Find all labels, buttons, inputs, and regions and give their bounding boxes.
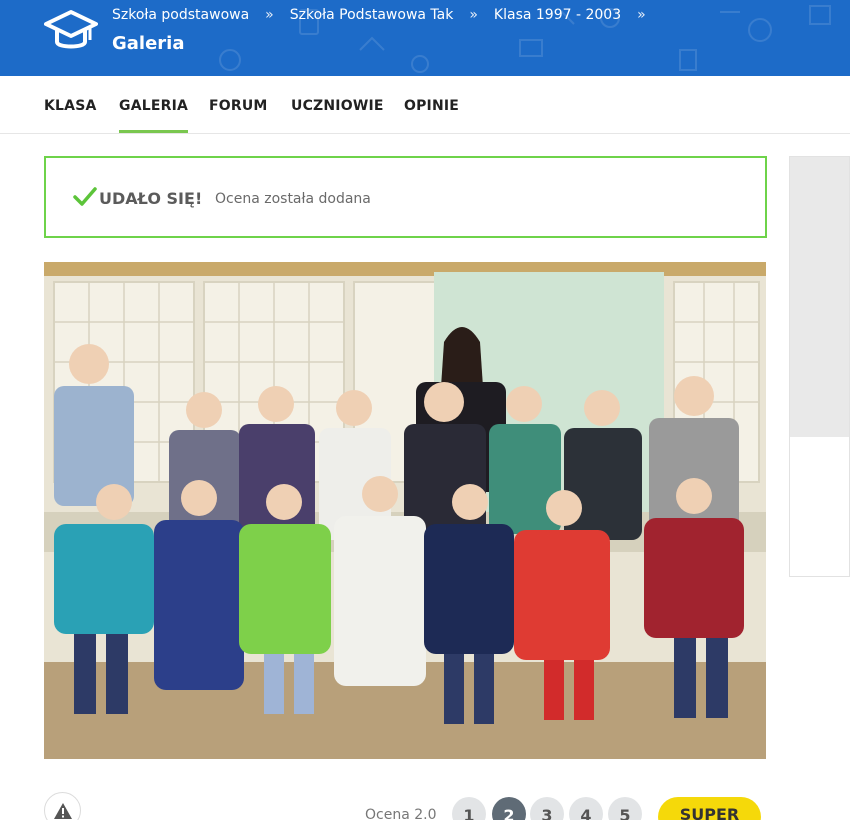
- breadcrumb-separator: »: [637, 7, 646, 23]
- alert-message: Ocena została dodana: [215, 191, 371, 207]
- rate-button-2[interactable]: 2: [492, 797, 526, 820]
- report-button[interactable]: [44, 792, 81, 820]
- tab-klasa[interactable]: KLASA: [44, 98, 97, 114]
- tab-opinie[interactable]: OPINIE: [404, 98, 459, 114]
- alert-title: UDAŁO SIĘ!: [99, 189, 203, 208]
- tab-galeria[interactable]: GALERIA: [119, 98, 189, 133]
- checkmark-icon: [73, 187, 97, 206]
- breadcrumb-item-school-type[interactable]: Szkoła podstawowa: [112, 7, 249, 23]
- breadcrumb-item-class[interactable]: Klasa 1997 - 2003: [494, 7, 621, 23]
- breadcrumb-separator: »: [469, 7, 478, 23]
- graduation-cap-icon[interactable]: [44, 8, 98, 56]
- breadcrumb-separator: »: [265, 7, 274, 23]
- page-title: Galeria: [112, 33, 185, 54]
- nav-tabs: KLASA GALERIA FORUM UCZNIOWIE OPINIE: [0, 76, 850, 134]
- breadcrumb-item-school[interactable]: Szkoła Podstawowa Tak: [290, 7, 454, 23]
- success-alert: UDAŁO SIĘ! Ocena została dodana: [44, 156, 767, 238]
- super-button[interactable]: SUPER: [658, 797, 761, 820]
- warning-icon: [54, 803, 72, 819]
- side-panel: [789, 156, 850, 577]
- rate-button-1[interactable]: 1: [452, 797, 486, 820]
- side-ad-placeholder: [790, 157, 849, 437]
- tab-uczniowie[interactable]: UCZNIOWIE: [291, 98, 384, 114]
- tab-forum[interactable]: FORUM: [209, 98, 268, 114]
- rate-button-3[interactable]: 3: [530, 797, 564, 820]
- rate-button-5[interactable]: 5: [608, 797, 642, 820]
- rate-button-4[interactable]: 4: [569, 797, 603, 820]
- class-photo-image: [44, 262, 766, 759]
- class-photo[interactable]: [44, 262, 766, 759]
- site-header: Szkoła podstawowa » Szkoła Podstawowa Ta…: [0, 0, 850, 76]
- rating-label: Ocena 2.0: [365, 807, 437, 820]
- breadcrumb: Szkoła podstawowa » Szkoła Podstawowa Ta…: [112, 7, 662, 23]
